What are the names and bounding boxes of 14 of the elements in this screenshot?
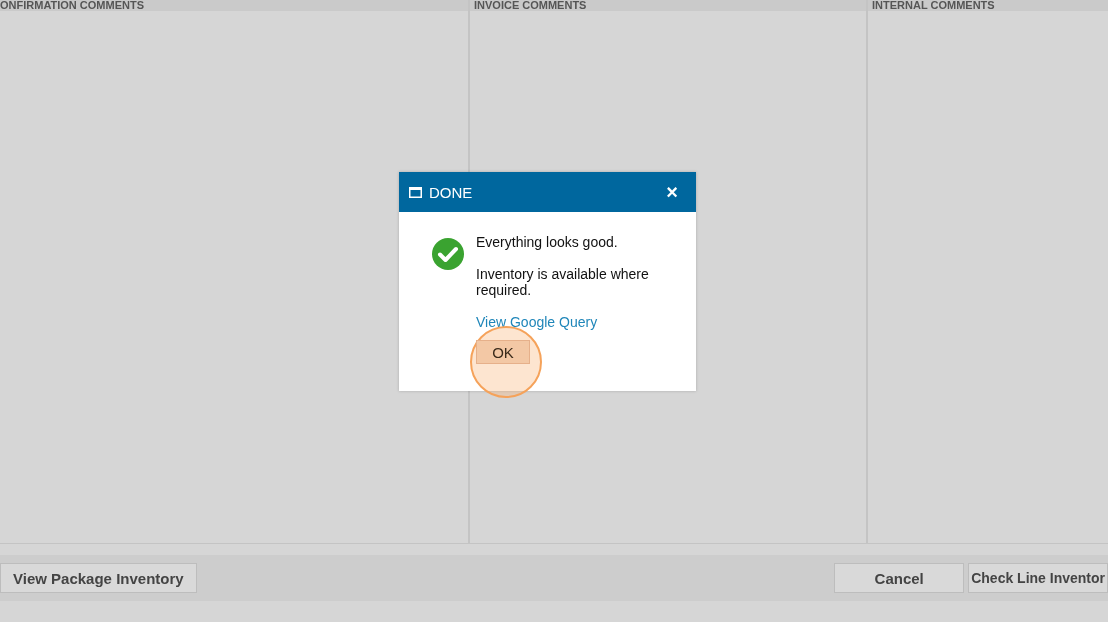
close-button[interactable]: × — [658, 182, 686, 202]
ok-button[interactable]: OK — [476, 340, 530, 364]
column-heading: INVOICE COMMENTS — [470, 0, 866, 11]
dialog-title: DONE — [429, 183, 474, 201]
cancel-button[interactable]: Cancel — [834, 563, 965, 593]
check-line-inventory-button[interactable]: Check Line Inventor — [968, 563, 1108, 593]
window-icon — [409, 186, 422, 198]
column-heading: ONFIRMATION COMMENTS — [0, 0, 468, 11]
message-text: Everything looks good. — [476, 234, 619, 250]
message-text: Inventory is available where required. — [476, 266, 650, 298]
check-circle-icon — [432, 238, 464, 270]
column-heading: INTERNAL COMMENTS — [868, 0, 1108, 11]
view-google-query-link[interactable]: View Google Query — [476, 314, 666, 330]
view-package-inventory-button[interactable]: View Package Inventory — [0, 563, 197, 593]
